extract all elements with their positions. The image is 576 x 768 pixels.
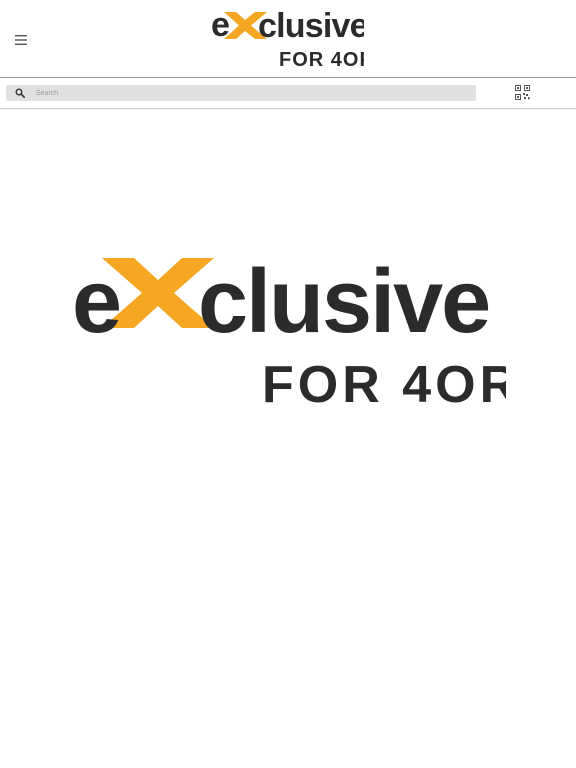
top-app-bar: e clusive FOR 4OR [0,0,576,78]
search-icon[interactable] [14,87,26,99]
header-logo[interactable]: e clusive FOR 4OR [212,6,364,70]
app-window: e clusive FOR 4OR [0,0,576,768]
logo-tagline: FOR 4OR [279,49,364,70]
qr-code-icon[interactable] [515,85,530,100]
main-content: e clusive FOR 4OR [0,110,576,768]
search-bar [0,78,576,109]
main-logo-tagline: FOR 4OR [262,356,506,410]
main-logo: e clusive FOR 4OR [74,258,506,410]
hamburger-menu-icon [15,35,27,45]
hamburger-menu-button[interactable] [10,29,32,51]
search-box[interactable] [6,85,476,101]
logo-word-clusive: clusive [258,7,364,45]
main-logo-letter-e: e [74,258,122,352]
main-logo-word-clusive: clusive [198,258,489,352]
logo-letter-e: e [212,6,230,44]
search-input[interactable] [36,86,476,100]
